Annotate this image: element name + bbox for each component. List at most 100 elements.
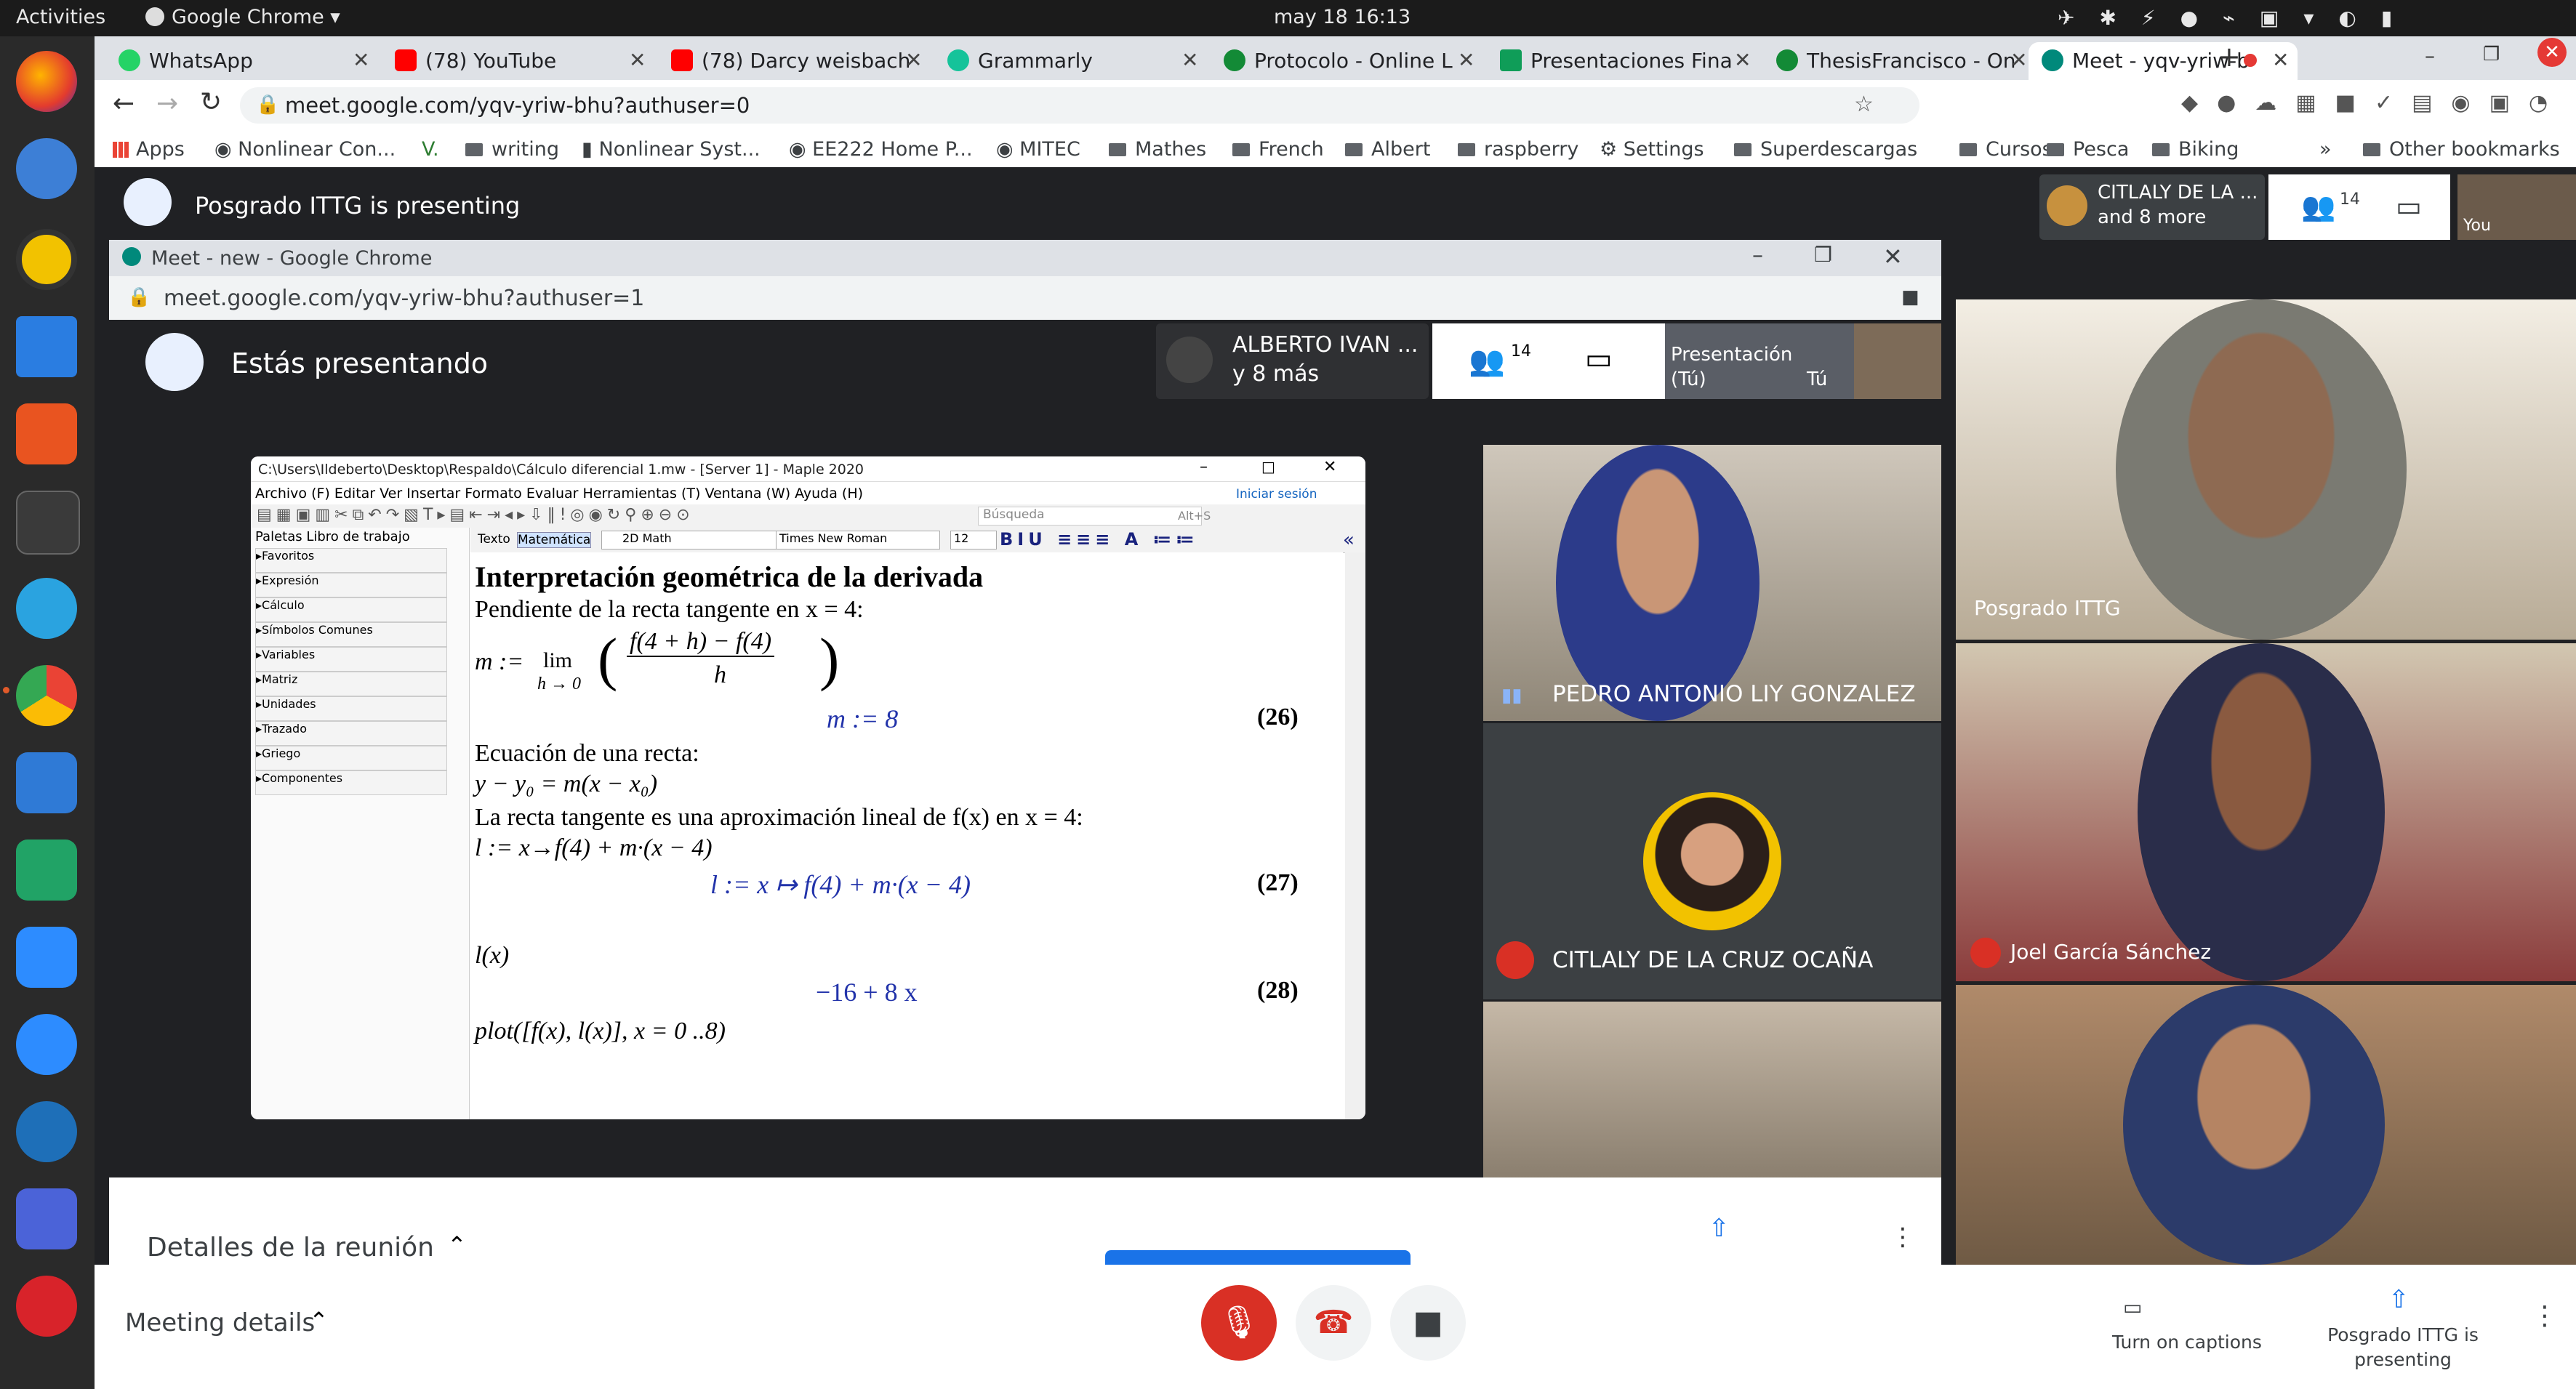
tray-icons[interactable]: ✈✱⚡●⌁▣▾◐▮ [2058,6,2417,30]
restore-icon[interactable]: ❐ [1814,243,1832,267]
maple-document[interactable]: Interpretación geométrica de la derivada… [470,552,1343,1119]
writer-icon[interactable] [16,316,77,377]
format-style-icons[interactable]: BIU ≡≡≡ A ≔≔ [1000,529,1199,549]
firefox-icon[interactable] [16,51,77,112]
close-icon[interactable]: ✕ [1323,458,1336,476]
palette-item[interactable]: ▸Expresión [255,573,447,597]
bookmark-mathes[interactable]: Mathes [1109,138,1206,161]
minimize-icon[interactable]: – [2425,44,2435,68]
collapse-icon[interactable]: « [1343,529,1355,551]
bookmark-superdescargas[interactable]: Superdescargas [1734,138,1917,161]
bookmark-nonlinear-syst[interactable]: ▮ Nonlinear Syst... [582,138,761,161]
terminal-icon[interactable] [16,491,80,555]
tab-darcy[interactable]: (78) Darcy weisbach ✕ [658,42,927,80]
inner-tile-pedro[interactable]: ▮▮ PEDRO ANTONIO LIY GONZALEZ [1483,445,1941,721]
telegram-icon[interactable] [16,578,77,639]
video-tile-posgrado[interactable]: Posgrado ITTG [1956,299,2576,640]
signin-link[interactable]: Iniciar sesión [1236,487,1317,502]
bookmark-raspberry[interactable]: raspberry [1458,138,1578,161]
palette-item[interactable]: ▸Griego [255,746,447,770]
inner-tile-citlaly[interactable]: CITLALY DE LA CRUZ OCAÑA [1483,723,1941,999]
close-icon[interactable]: ✕ [2272,48,2289,72]
dolphin-icon[interactable] [16,1101,77,1162]
participants-chip[interactable]: CITLALY DE LA ... and 8 more [2039,174,2265,240]
zoom-icon[interactable] [16,927,77,988]
people-icon[interactable]: 👥 [1469,344,1505,378]
bookmark-pesca[interactable]: Pesca [2047,138,2129,161]
chrome-dock-icon[interactable] [16,665,77,726]
mega-icon[interactable] [16,1276,77,1337]
clock[interactable]: may 18 16:13 [1274,6,1411,28]
close-icon[interactable]: ✕ [1734,48,1751,72]
tab-thesis[interactable]: ThesisFrancisco - On ✕ [1763,42,2032,80]
mode-select[interactable]: 2D Math [601,531,783,549]
close-icon[interactable]: ✕ [1181,48,1198,72]
video-tile-joel[interactable]: Joel García Sánchez [1956,643,2576,981]
software-icon[interactable] [16,403,77,464]
present-icon[interactable]: ⇧ [1709,1214,1730,1243]
meeting-details-button[interactable]: Meeting details [125,1308,315,1337]
size-select[interactable]: 12 [950,531,997,549]
close-icon[interactable]: ✕ [905,48,922,72]
palette-item[interactable]: ▸Variables [255,647,447,672]
bookmark-cursos[interactable]: Cursos [1959,138,2053,161]
palette-item[interactable]: ▸Cálculo [255,597,447,622]
close-icon[interactable]: ✕ [629,48,646,72]
reload-icon[interactable]: ↻ [200,87,222,117]
tab-whatsapp[interactable]: WhatsApp ✕ [105,42,374,80]
bookmark-v-icon[interactable]: V. [422,138,439,161]
rhythmbox-icon[interactable] [16,229,77,290]
bookmark-nonlinear-con[interactable]: ◉ Nonlinear Con... [214,138,396,161]
close-icon[interactable]: ✕ [353,48,369,72]
palette-item[interactable]: ▸Unidades [255,696,447,721]
bookmark-other[interactable]: Other bookmarks [2363,138,2560,161]
bookmark-writing[interactable]: writing [465,138,559,161]
activities-button[interactable]: Activities [16,6,105,28]
minimize-icon[interactable]: – [1200,458,1208,476]
maple-search[interactable]: Búsqueda [978,507,1202,526]
text-mode-button[interactable]: Texto [478,532,510,547]
close-icon[interactable]: ✕ [1883,243,1903,270]
video-tile-third[interactable] [1956,985,2576,1265]
new-tab-icon[interactable]: + [2218,41,2241,73]
palette-item[interactable]: ▸Símbolos Comunes [255,622,447,647]
palette-item[interactable]: ▸Componentes [255,770,447,795]
people-icon[interactable]: 👥 [2301,190,2335,223]
palette-item[interactable]: ▸Matriz [255,672,447,696]
bookmark-mitec[interactable]: ◉ MITEC [996,138,1080,161]
bookmark-ee222[interactable]: ◉ EE222 Home P... [789,138,973,161]
more-options-icon[interactable]: ⋮ [2532,1301,2558,1331]
close-icon[interactable]: ✕ [2010,48,2027,72]
palette-item[interactable]: ▸Favoritos [255,548,447,573]
tab-presentaciones[interactable]: Presentaciones Fina ✕ [1487,42,1756,80]
hangup-button[interactable]: ☎ [1296,1285,1371,1361]
screenshot-icon[interactable] [16,1188,77,1249]
captions-icon[interactable]: ▭ [2123,1295,2142,1319]
tab-youtube[interactable]: (78) YouTube ✕ [382,42,651,80]
toolbar-icons[interactable]: ▤▦▣▥✂⧉↶↷▧T▸▤⇤⇥◂▸⇩‖!◎◉↻⚲⊕⊖⊙ [257,506,694,524]
extension-icons[interactable]: ◆●☁▦■✓▤◉▣◔ [2181,90,2567,116]
chevron-up-icon[interactable]: ⌃ [447,1231,467,1259]
camera-icon[interactable]: ■ [1901,286,1919,308]
camera-button[interactable]: ■ [1390,1285,1466,1361]
present-icon[interactable]: ⇧ [2388,1285,2410,1314]
tab-protocolo[interactable]: Protocolo - Online L ✕ [1211,42,1480,80]
more-options-icon[interactable]: ⋮ [1890,1223,1915,1252]
maple-menu[interactable]: Archivo (F) Editar Ver Insertar Formato … [255,486,863,502]
inner-tile-third[interactable] [1483,1002,1941,1177]
inner-participants-chip[interactable]: ALBERTO IVAN ... y 8 más [1156,323,1429,399]
bookmarks-overflow-icon[interactable]: » [2319,138,2332,161]
bookmark-albert[interactable]: Albert [1345,138,1430,161]
inner-url-bar[interactable]: 🔒 meet.google.com/yqv-yriw-bhu?authuser=… [109,276,1941,320]
bookmark-apps[interactable]: Apps [113,138,185,161]
bookmark-star-icon[interactable]: ☆ [1854,92,1874,117]
inner-meeting-details[interactable]: Detalles de la reunión [147,1233,434,1263]
docs-icon[interactable] [16,752,77,813]
close-icon[interactable]: ✕ [1458,48,1474,72]
calc-icon[interactable] [16,840,77,901]
bookmark-settings[interactable]: ⚙ Settings [1600,138,1704,161]
palette-item[interactable]: ▸Trazado [255,721,447,746]
back-icon[interactable]: ← [113,89,135,118]
mail-icon[interactable] [16,138,77,199]
restore-icon[interactable]: ❐ [2483,44,2500,65]
